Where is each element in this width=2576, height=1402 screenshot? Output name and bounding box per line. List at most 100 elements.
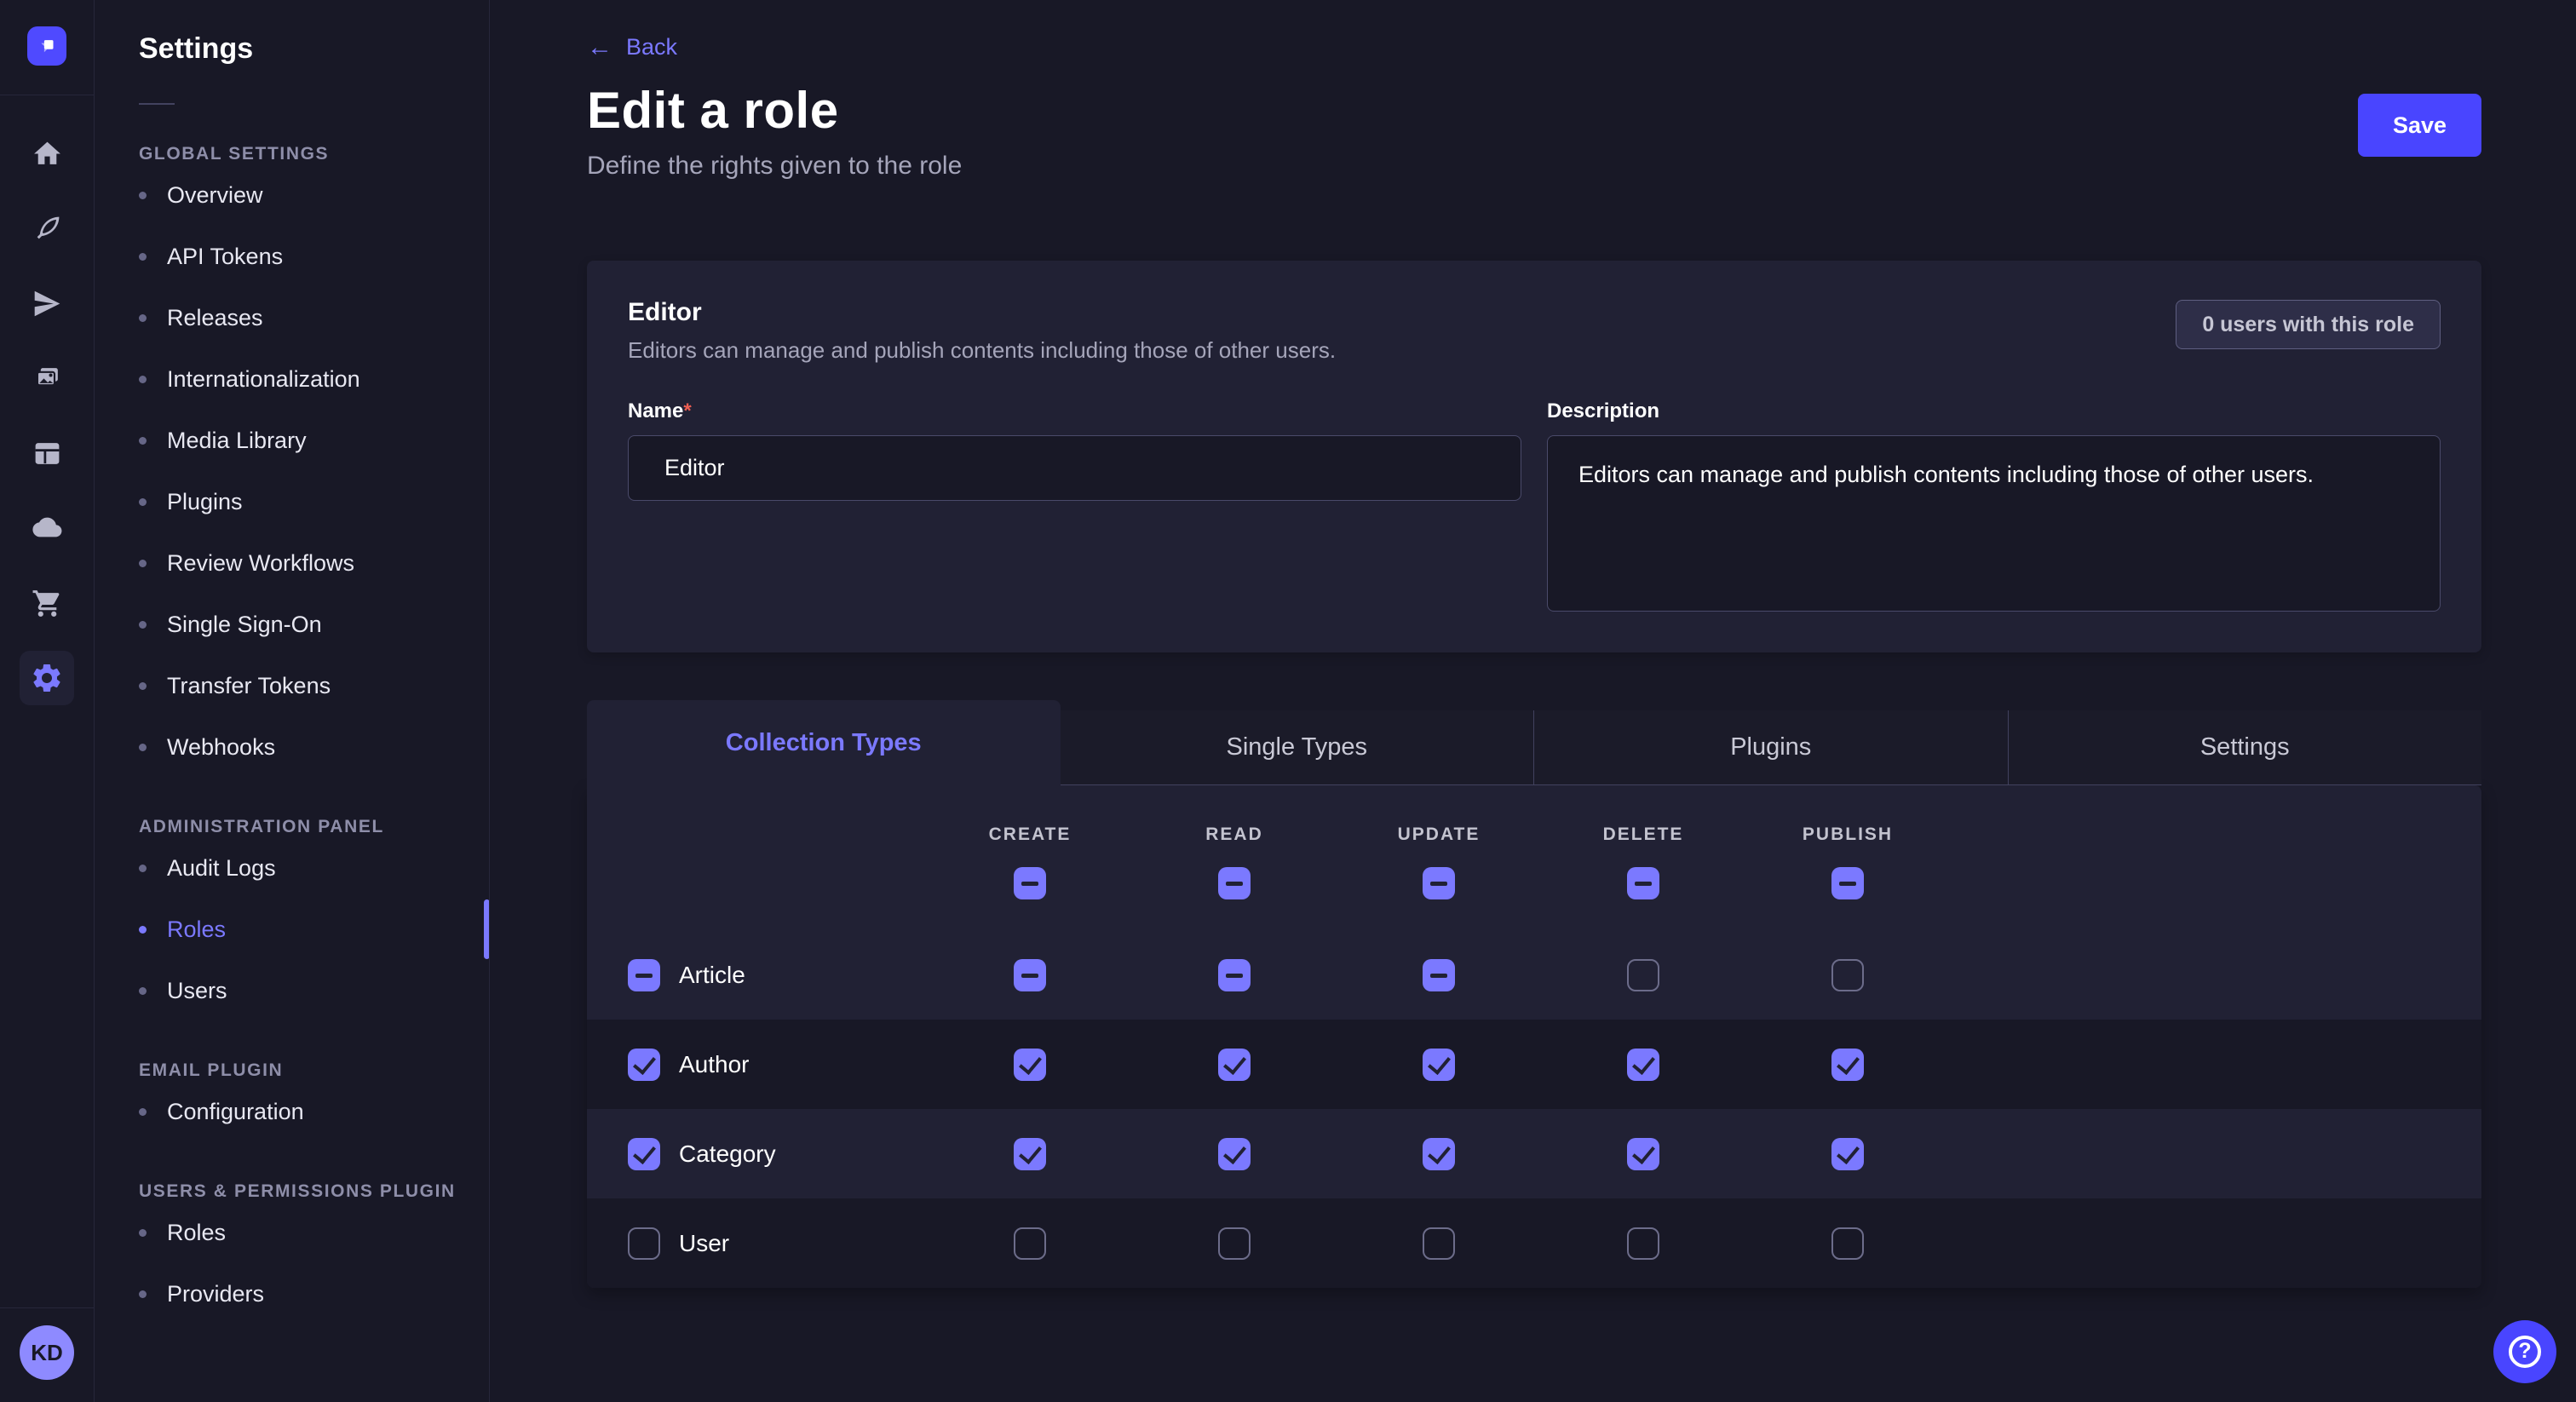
column-labels-row: CREATE READ UPDATE DELETE PUBLISH [587,825,2481,845]
subnav-rule [139,103,175,105]
page-subtitle: Define the rights given to the role [587,152,2481,181]
content-type-name: Author [679,1051,750,1078]
tab-settings[interactable]: Settings [2008,710,2482,785]
sidebar-item-roles-admin[interactable]: Roles [139,899,489,960]
column-label-publish: PUBLISH [1745,825,1950,845]
sidebar-item-overview[interactable]: Overview [139,164,489,226]
tab-plugins[interactable]: Plugins [1533,710,2008,785]
category-update-checkbox[interactable] [1423,1138,1455,1170]
row-select-checkbox[interactable] [628,1138,660,1170]
select-all-delete-checkbox[interactable] [1627,867,1659,899]
sidebar-item-audit-logs[interactable]: Audit Logs [139,837,489,899]
home-icon[interactable] [20,126,74,181]
column-label-create: CREATE [928,825,1132,845]
category-publish-checkbox[interactable] [1831,1138,1864,1170]
question-mark-icon: ? [2509,1336,2541,1368]
user-create-checkbox[interactable] [1014,1227,1046,1260]
user-delete-checkbox[interactable] [1627,1227,1659,1260]
section-administration-panel: ADMINISTRATION PANEL Audit Logs Roles Us… [139,817,489,1021]
sidebar-item-roles-up[interactable]: Roles [139,1202,489,1263]
section-users-permissions-plugin: USERS & PERMISSIONS PLUGIN Roles Provide… [139,1181,489,1324]
strapi-logo[interactable] [27,26,66,66]
users-with-role-button[interactable]: 0 users with this role [2176,300,2441,349]
back-label: Back [626,34,677,60]
media-library-icon[interactable] [20,351,74,405]
description-textarea[interactable]: Editors can manage and publish contents … [1547,435,2441,612]
settings-gear-icon[interactable] [20,651,74,705]
row-select-checkbox[interactable] [628,959,660,991]
sidebar-item-internationalization[interactable]: Internationalization [139,348,489,410]
select-all-row [587,867,2481,899]
subnav-title: Settings [139,0,489,66]
sidebar-item-api-tokens[interactable]: API Tokens [139,226,489,287]
rail-bottom: KD [0,1307,94,1402]
permission-row-author: Author [587,1020,2481,1109]
author-update-checkbox[interactable] [1423,1049,1455,1081]
sidebar-item-providers[interactable]: Providers [139,1263,489,1324]
layout-icon[interactable] [20,426,74,480]
sidebar-item-plugins[interactable]: Plugins [139,471,489,532]
sidebar-item-configuration[interactable]: Configuration [139,1081,489,1142]
sidebar-item-users[interactable]: Users [139,960,489,1021]
permissions-panel: CREATE READ UPDATE DELETE PUBLISH Articl [587,785,2481,1288]
sidebar-item-media-library[interactable]: Media Library [139,410,489,471]
sidebar-item-review-workflows[interactable]: Review Workflows [139,532,489,594]
marketplace-cart-icon[interactable] [20,576,74,630]
category-read-checkbox[interactable] [1218,1138,1251,1170]
page-title: Edit a role [587,81,2481,140]
paper-plane-icon[interactable] [20,276,74,330]
strapi-logo-icon [34,33,60,59]
category-create-checkbox[interactable] [1014,1138,1046,1170]
tab-single-types[interactable]: Single Types [1061,710,1534,785]
article-publish-checkbox[interactable] [1831,959,1864,991]
select-all-update-checkbox[interactable] [1423,867,1455,899]
permission-row-category: Category [587,1109,2481,1198]
select-all-read-checkbox[interactable] [1218,867,1251,899]
category-delete-checkbox[interactable] [1627,1138,1659,1170]
sidebar-item-releases[interactable]: Releases [139,287,489,348]
sidebar-item-webhooks[interactable]: Webhooks [139,716,489,778]
help-button[interactable]: ? [2493,1320,2556,1383]
sidebar-item-transfer-tokens[interactable]: Transfer Tokens [139,655,489,716]
main-nav-rail: KD [0,0,95,1402]
cloud-icon[interactable] [20,501,74,555]
article-delete-checkbox[interactable] [1627,959,1659,991]
description-label: Description [1547,399,1659,422]
user-read-checkbox[interactable] [1218,1227,1251,1260]
article-create-checkbox[interactable] [1014,959,1046,991]
section-label: EMAIL PLUGIN [139,1060,489,1081]
section-label: GLOBAL SETTINGS [139,144,489,164]
author-read-checkbox[interactable] [1218,1049,1251,1081]
role-card-titles: Editor Editors can manage and publish co… [628,298,1336,364]
save-button[interactable]: Save [2358,94,2481,157]
row-select-checkbox[interactable] [628,1049,660,1081]
role-card-header: Editor Editors can manage and publish co… [628,298,2441,364]
author-publish-checkbox[interactable] [1831,1049,1864,1081]
author-delete-checkbox[interactable] [1627,1049,1659,1081]
user-update-checkbox[interactable] [1423,1227,1455,1260]
user-avatar[interactable]: KD [20,1325,74,1380]
settings-subnav: Settings GLOBAL SETTINGS Overview API To… [95,0,490,1402]
article-read-checkbox[interactable] [1218,959,1251,991]
select-all-publish-checkbox[interactable] [1831,867,1864,899]
permission-row-article: Article [587,930,2481,1020]
column-label-delete: DELETE [1541,825,1745,845]
content-type-name: Category [679,1141,776,1168]
feather-content-icon[interactable] [20,201,74,256]
sidebar-item-single-sign-on[interactable]: Single Sign-On [139,594,489,655]
description-field-group: Description Editors can manage and publi… [1547,399,2441,612]
author-create-checkbox[interactable] [1014,1049,1046,1081]
user-publish-checkbox[interactable] [1831,1227,1864,1260]
required-asterisk: * [683,399,691,422]
tab-collection-types[interactable]: Collection Types [587,700,1061,785]
name-input[interactable] [628,435,1521,501]
column-label-read: READ [1132,825,1337,845]
back-link[interactable]: ← Back [587,34,677,60]
select-all-create-checkbox[interactable] [1014,867,1046,899]
article-update-checkbox[interactable] [1423,959,1455,991]
rail-icons [20,116,74,715]
section-email-plugin: EMAIL PLUGIN Configuration [139,1060,489,1142]
column-label-update: UPDATE [1337,825,1541,845]
role-details-card: Editor Editors can manage and publish co… [587,261,2481,652]
row-select-checkbox[interactable] [628,1227,660,1260]
